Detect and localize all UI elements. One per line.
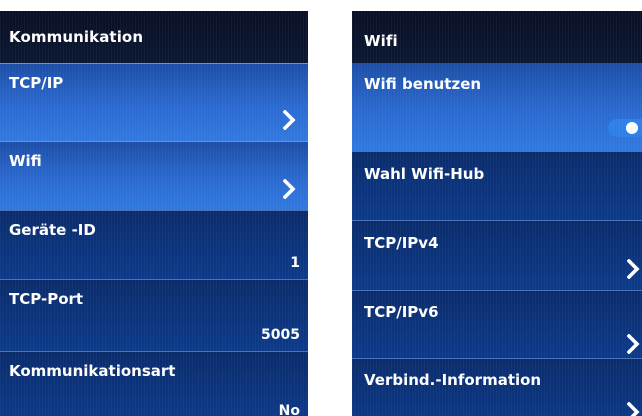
menu-item-connection-info[interactable]: Verbind.-Information — [352, 358, 642, 416]
chevron-right-icon — [283, 110, 296, 130]
menu-item-device-id[interactable]: Geräte -ID 1 — [0, 210, 308, 279]
menu-item-select-wifi-hub[interactable]: Wahl Wifi-Hub — [352, 151, 642, 220]
chevron-right-icon — [627, 334, 640, 354]
page-title-bar: Kommunikation — [0, 11, 308, 63]
menu-item-label: Wifi — [9, 152, 42, 170]
communication-screen: Kommunikation TCP/IP Wifi Geräte -ID 1 T… — [0, 11, 308, 416]
menu-item-label: TCP/IPv4 — [364, 234, 439, 252]
menu-item-label: Wahl Wifi-Hub — [364, 165, 485, 183]
menu-item-value: 5005 — [261, 327, 300, 343]
menu-item-tcp-ip[interactable]: TCP/IP — [0, 63, 308, 141]
menu-item-label: TCP-Port — [9, 290, 84, 308]
use-wifi-toggle[interactable] — [608, 119, 642, 137]
menu-item-label: Wifi benutzen — [364, 75, 482, 93]
menu-item-value: 1 — [290, 255, 300, 271]
menu-item-tcp-ipv4[interactable]: TCP/IPv4 — [352, 220, 642, 290]
toggle-knob — [626, 122, 638, 134]
menu-item-tcp-port[interactable]: TCP-Port 5005 — [0, 279, 308, 351]
page-title-bar: Wifi — [352, 11, 642, 63]
menu-item-communication-type[interactable]: Kommunikationsart No — [0, 351, 308, 416]
menu-item-label: Kommunikationsart — [9, 362, 176, 380]
page-title: Kommunikation — [9, 28, 144, 46]
menu-item-tcp-ipv6[interactable]: TCP/IPv6 — [352, 290, 642, 358]
menu-item-wifi[interactable]: Wifi — [0, 141, 308, 210]
menu-item-label: Verbind.-Information — [364, 371, 542, 389]
wifi-screen: Wifi Wifi benutzen Wahl Wifi-Hub TCP/IPv… — [352, 11, 642, 416]
menu-item-use-wifi[interactable]: Wifi benutzen — [352, 63, 642, 151]
chevron-right-icon — [283, 179, 296, 199]
menu-item-label: Geräte -ID — [9, 221, 96, 239]
menu-item-value: No — [278, 403, 300, 416]
page-title: Wifi — [364, 32, 398, 50]
menu-item-label: TCP/IPv6 — [364, 303, 439, 321]
chevron-right-icon — [627, 259, 640, 279]
menu-item-label: TCP/IP — [9, 74, 64, 92]
chevron-right-icon — [627, 402, 640, 416]
